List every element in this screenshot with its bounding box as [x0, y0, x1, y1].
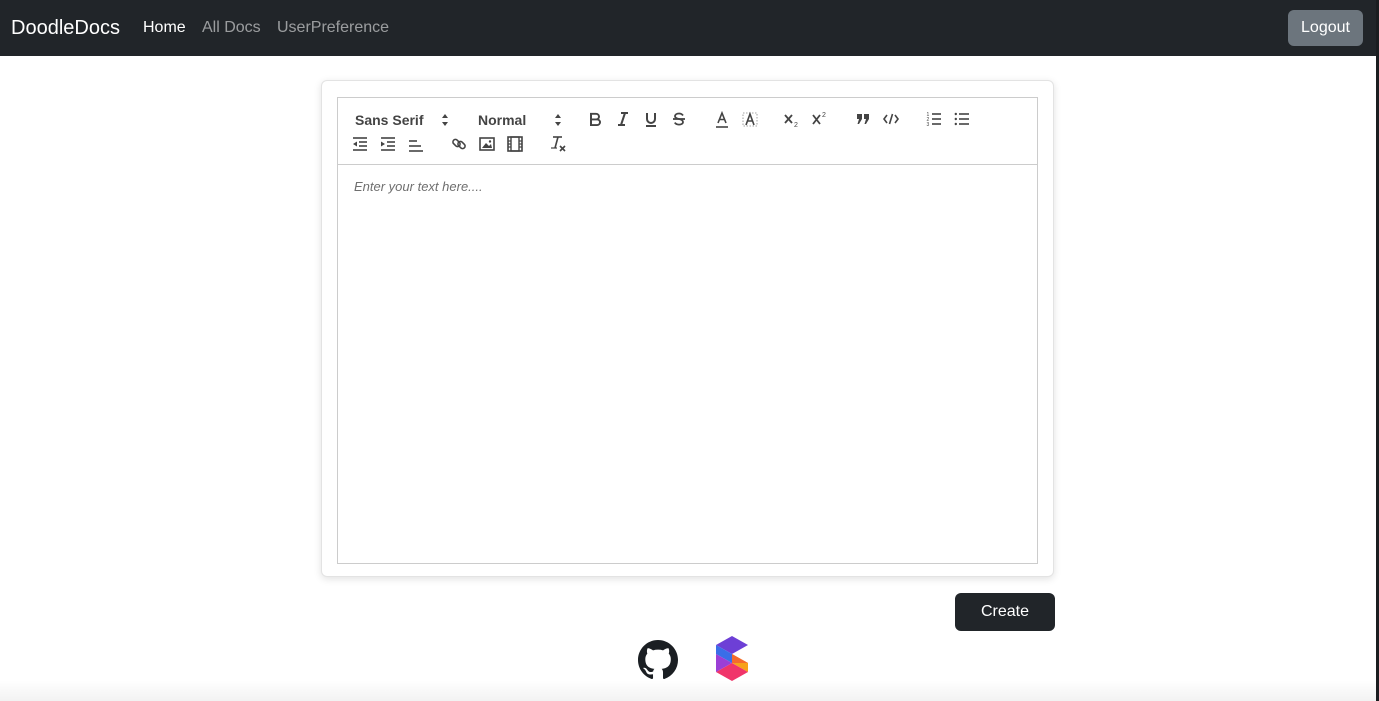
font-family-picker-label: Sans Serif: [355, 112, 424, 128]
nav-link-home[interactable]: Home: [143, 18, 186, 38]
font-size-picker-label: Normal: [478, 112, 527, 128]
background-color-icon[interactable]: [739, 110, 761, 130]
video-icon[interactable]: [504, 134, 526, 154]
font-size-picker[interactable]: Normal: [478, 111, 562, 129]
indent-icon[interactable]: [377, 134, 399, 154]
create-button[interactable]: Create: [955, 593, 1055, 631]
superscript-icon[interactable]: 2: [809, 108, 831, 128]
text-editor-area[interactable]: Enter your text here....: [337, 164, 1038, 564]
font-family-picker[interactable]: Sans Serif: [355, 111, 449, 129]
nav-link-user-preference[interactable]: UserPreference: [277, 18, 389, 38]
nav-link-all-docs[interactable]: All Docs: [202, 18, 261, 38]
editor-placeholder: Enter your text here....: [354, 179, 483, 194]
logout-button[interactable]: Logout: [1288, 10, 1363, 46]
italic-icon[interactable]: [612, 109, 634, 129]
github-icon[interactable]: [638, 640, 678, 680]
svg-text:3: 3: [927, 122, 930, 127]
outdent-icon[interactable]: [349, 134, 371, 154]
svg-text:2: 2: [822, 112, 826, 119]
image-icon[interactable]: [476, 134, 498, 154]
svg-text:2: 2: [794, 122, 798, 128]
bold-icon[interactable]: [584, 109, 606, 129]
editor-toolbar: [337, 97, 1038, 165]
blockquote-icon[interactable]: [852, 109, 874, 129]
code-block-icon[interactable]: [880, 109, 902, 129]
picker-arrows-icon: [555, 114, 561, 126]
subscript-icon[interactable]: 2: [781, 110, 803, 130]
strikethrough-icon[interactable]: [668, 109, 690, 129]
text-color-icon[interactable]: [711, 110, 733, 130]
ordered-list-icon[interactable]: 123: [923, 109, 945, 129]
top-navbar: DoodleDocs Home All Docs UserPreference …: [0, 0, 1376, 56]
app-logo-icon[interactable]: [714, 635, 750, 683]
picker-arrows-icon: [442, 114, 448, 126]
footer-shadow: [0, 680, 1376, 701]
underline-icon[interactable]: [640, 109, 662, 129]
link-icon[interactable]: [448, 134, 470, 154]
align-icon[interactable]: [405, 135, 427, 155]
clear-format-icon[interactable]: [547, 134, 569, 154]
brand-logo-text[interactable]: DoodleDocs: [11, 15, 120, 41]
bullet-list-icon[interactable]: [951, 109, 973, 129]
